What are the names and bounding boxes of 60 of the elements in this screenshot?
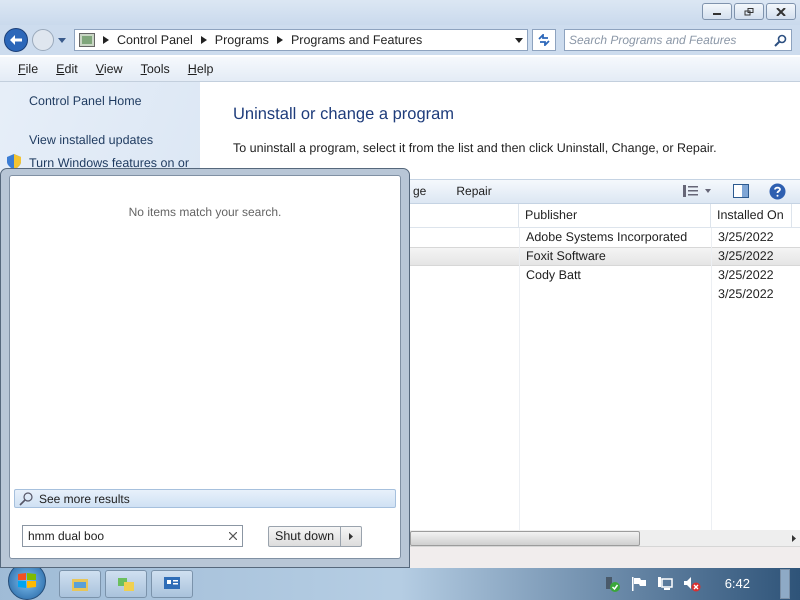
table-cell-text: 3/25/2022: [718, 286, 774, 303]
close-button[interactable]: [766, 3, 796, 20]
table-cell: Foxit Software: [526, 248, 606, 263]
empty-message: No items match your search.: [128, 204, 282, 221]
arrow-icon: [349, 532, 354, 540]
breadcrumb-item[interactable]: Control Panel: [117, 30, 193, 50]
minimize-button[interactable]: [702, 3, 732, 20]
description: To uninstall a program, select it from the list and then click Uninstall, Change, or Repair.: [233, 140, 718, 157]
chevron-icon: [103, 36, 109, 44]
breadcrumb-item[interactable]: Programs: [214, 30, 269, 50]
restore-button[interactable]: [734, 3, 764, 20]
menu-item[interactable]: Edit: [56, 60, 78, 78]
toolbar-button[interactable]: ge: [413, 182, 426, 200]
search-icon: [19, 492, 33, 506]
search-field[interactable]: hmm dual boo: [22, 525, 243, 547]
table-cell: Cody Batt: [526, 268, 581, 282]
refresh-icon: [537, 34, 551, 46]
column-header[interactable]: Installed On: [711, 204, 792, 226]
back-arrow-icon: [10, 35, 22, 45]
files-icon: [117, 576, 135, 592]
menu-item[interactable]: View: [96, 60, 123, 78]
search-icon[interactable]: [774, 34, 787, 46]
sidebar-link[interactable]: Control Panel Home: [29, 94, 142, 108]
page-title: Uninstall or change a program: [233, 104, 456, 125]
scrollbar-thumb[interactable]: [410, 530, 640, 546]
windows-logo: [17, 572, 37, 590]
scroll-right-icon[interactable]: [792, 534, 796, 542]
help-icon[interactable]: [769, 182, 786, 200]
chevron-icon: [276, 36, 283, 44]
close-icon: [776, 8, 786, 16]
clear-icon[interactable]: [229, 532, 237, 540]
muted-speaker-icon: [682, 576, 701, 592]
clock[interactable]: 6:42: [724, 574, 750, 594]
breadcrumb-item[interactable]: Programs and Features: [290, 30, 422, 50]
address-bar[interactable]: Control Panel Programs Programs and Features: [74, 29, 528, 51]
folder-icon: [71, 576, 89, 592]
search-field[interactable]: Search Programs and Features: [564, 29, 792, 51]
see-more-results-button[interactable]: See more results: [14, 489, 396, 508]
menu-item[interactable]: Tools: [140, 60, 170, 78]
taskbar-button[interactable]: [151, 570, 193, 598]
table-cell: Adobe Systems Incorporated: [526, 230, 688, 244]
menu-item[interactable]: Help: [188, 60, 214, 78]
flag-icon: [630, 576, 647, 592]
sidebar-link[interactable]: View installed updates: [29, 132, 154, 147]
chevron-icon: [200, 36, 207, 44]
menu-item[interactable]: File: [18, 60, 38, 78]
sidebar-link[interactable]: Turn Windows features on or: [29, 156, 190, 170]
dropdown-icon[interactable]: [515, 38, 523, 42]
window-icon: [163, 576, 181, 592]
table-cell-text: 3/25/2022: [718, 228, 774, 246]
toolbar-button[interactable]: Repair: [456, 182, 492, 200]
preview-pane-icon[interactable]: [733, 184, 749, 198]
network-icon: [656, 576, 673, 592]
back-button[interactable]: [4, 28, 28, 52]
view-icon[interactable]: [683, 185, 711, 197]
table-cell-text: 3/25/2022: [718, 248, 774, 265]
refresh-button[interactable]: [532, 29, 556, 51]
column-header[interactable]: Publisher: [519, 204, 711, 226]
restore-icon: [744, 8, 754, 16]
table-cell-text: 3/25/2022: [718, 266, 774, 284]
